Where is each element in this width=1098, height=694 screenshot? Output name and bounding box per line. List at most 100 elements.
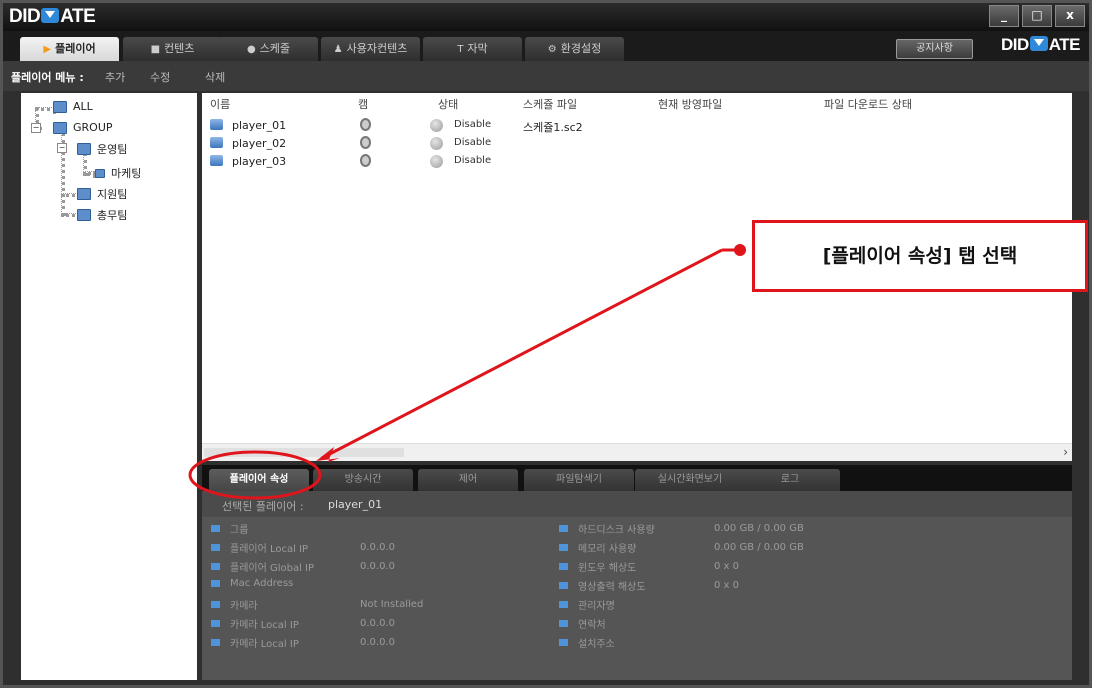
brand-logo: DID ATE (1001, 35, 1081, 55)
logo-text-right: ATE (1048, 35, 1081, 54)
property-label: 플레이어 Local IP (230, 544, 309, 555)
collapse-group-icon[interactable]: − (31, 123, 41, 133)
tree-item-ops-team[interactable]: 운영팀 (77, 141, 127, 157)
table-row[interactable]: player_03 Disable (202, 153, 1072, 171)
property-camera-local-ip: 카메라 Local IP (211, 616, 299, 631)
add-button[interactable]: 추가 (105, 69, 125, 85)
tab-user-contents[interactable]: ♟ 사용자컨텐츠 (321, 37, 420, 61)
settings-icon: ⚙ (547, 44, 557, 55)
property-label: 관리자명 (578, 601, 615, 612)
bullet-icon (559, 525, 568, 532)
property-value: Not Installed (360, 599, 424, 610)
group-tree: − − ALL GROUP 운영팀 마케팅 지원팀 총무팀 (21, 93, 197, 680)
player-name: player_02 (232, 137, 287, 150)
column-header-schedule[interactable]: 스케쥴 파일 (523, 96, 577, 112)
tab-file-explorer[interactable]: 파일탐색기 (524, 469, 634, 491)
bullet-icon (559, 620, 568, 627)
tab-player[interactable]: ▶ 플레이어 (20, 37, 119, 61)
property-label: 카메라 Local IP (230, 620, 299, 631)
tree-item-label: 마케팅 (111, 167, 142, 180)
property-value: 0.0.0.0 (360, 637, 395, 648)
table-row[interactable]: player_01 Disable 스케쥴1.sc2 (202, 117, 1072, 135)
status-dot-icon (430, 155, 443, 168)
table-row[interactable]: player_02 Disable (202, 135, 1072, 153)
group-icon (77, 143, 91, 155)
minimize-button[interactable]: _ (989, 5, 1019, 27)
logo-mark-icon (1029, 36, 1048, 51)
tab-log[interactable]: 로그 (740, 469, 840, 491)
tv-icon (210, 155, 223, 166)
property-label: 영상출력 해상도 (578, 582, 646, 593)
player-properties-panel: 그룹 플레이어 Local IP 0.0.0.0 플레이어 Global IP … (202, 517, 1072, 680)
property-value: 0 x 0 (714, 580, 739, 591)
tab-label: 자막 (467, 42, 488, 55)
bullet-icon (211, 563, 220, 570)
tree-item-marketing[interactable]: 마케팅 (95, 165, 141, 181)
scrollbar-thumb[interactable] (204, 448, 404, 457)
tab-settings[interactable]: ⚙ 환경설정 (525, 37, 624, 61)
tv-icon (210, 119, 223, 130)
tab-schedule[interactable]: ● 스케줄 (219, 37, 318, 61)
tree-item-all[interactable]: ALL (53, 100, 93, 113)
player-status: Disable (454, 119, 492, 130)
column-header-cam[interactable]: 캠 (358, 96, 368, 112)
selected-player-row: 선택된 플레이어 : player_01 (202, 491, 1072, 517)
webcam-icon (360, 118, 371, 131)
tab-contents[interactable]: ■ 컨텐츠 (123, 37, 222, 61)
tree-item-group[interactable]: GROUP (53, 121, 113, 134)
column-header-name[interactable]: 이름 (210, 96, 230, 112)
tab-caption[interactable]: T 자막 (423, 37, 522, 61)
tab-control[interactable]: 제어 (418, 469, 518, 491)
tree-item-support-team[interactable]: 지원팀 (77, 186, 127, 202)
player-status: Disable (454, 137, 492, 148)
bullet-icon (559, 639, 568, 646)
tab-label: 환경설정 (560, 42, 602, 55)
scroll-right-icon[interactable]: › (1063, 445, 1068, 459)
notice-button[interactable]: 공지사항 (896, 39, 973, 59)
property-label: 메모리 사용량 (578, 544, 637, 555)
tab-realtime-view[interactable]: 실시간화면보기 (635, 469, 745, 491)
maximize-button[interactable]: □ (1022, 5, 1052, 27)
play-icon: ▶ (43, 44, 52, 55)
webcam-icon (360, 154, 371, 167)
tree-item-label: 총무팀 (97, 209, 128, 222)
column-header-download-status[interactable]: 파일 다운로드 상태 (824, 96, 912, 112)
property-disk-usage: 하드디스크 사용량 (559, 521, 655, 536)
folder-icon (53, 121, 67, 134)
logo-mark-icon (41, 8, 60, 23)
tab-player-properties[interactable]: 플레이어 속성 (209, 469, 309, 491)
column-header-current-file[interactable]: 현재 방영파일 (658, 96, 722, 112)
bullet-icon (559, 601, 568, 608)
property-install-address: 설치주소 (559, 635, 615, 650)
clock-icon: ● (246, 44, 256, 55)
tab-label: 스케줄 (259, 42, 291, 55)
property-contact: 연락처 (559, 616, 606, 631)
tree-item-admin-team[interactable]: 총무팀 (77, 207, 127, 223)
main-tab-bar: ▶ 플레이어 ■ 컨텐츠 ● 스케줄 ♟ 사용자컨텐츠 T 자막 ⚙ 환경설정 공지사항 D… (3, 31, 1089, 61)
horizontal-scrollbar[interactable]: › (202, 443, 1072, 461)
close-button[interactable]: x (1055, 5, 1085, 27)
group-icon (77, 188, 91, 200)
delete-button[interactable]: 삭제 (205, 69, 225, 85)
collapse-ops-icon[interactable]: − (57, 143, 67, 153)
property-memory-usage: 메모리 사용량 (559, 540, 636, 555)
property-mac-address: Mac Address (211, 578, 293, 589)
window-controls: _ □ x (989, 5, 1085, 27)
property-label: 윈도우 해상도 (578, 563, 637, 574)
app-logo: DID ATE (9, 6, 96, 28)
tab-label: 플레이어 (55, 42, 96, 55)
column-header-status[interactable]: 상태 (438, 96, 458, 112)
property-label: 카메라 Local IP (230, 639, 299, 650)
folder-icon (53, 100, 67, 113)
player-name: player_01 (232, 119, 287, 132)
tree-item-label: GROUP (73, 121, 113, 134)
selected-player-label: 선택된 플레이어 : (222, 500, 304, 513)
property-value: 0.00 GB / 0.00 GB (714, 542, 804, 553)
property-value: 0 x 0 (714, 561, 739, 572)
property-camera: 카메라 (211, 597, 258, 612)
bullet-icon (559, 544, 568, 551)
bullet-icon (211, 544, 220, 551)
edit-button[interactable]: 수정 (150, 69, 170, 85)
tab-broadcast-time[interactable]: 방송시간 (313, 469, 413, 491)
annotation-callout: [플레이어 속성] 탭 선택 (752, 220, 1088, 292)
